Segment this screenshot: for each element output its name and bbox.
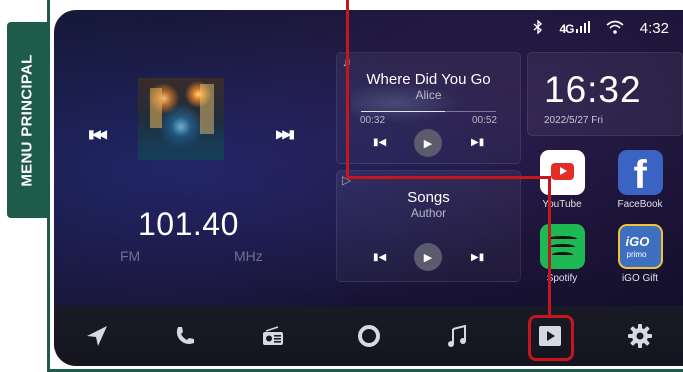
- skip-previous-icon[interactable]: ▮◀◀: [88, 127, 107, 141]
- album-art: [138, 78, 224, 160]
- app-label: Spotify: [546, 273, 578, 284]
- next-track-icon[interactable]: ▶▮: [471, 137, 484, 148]
- music-card-now-playing[interactable]: ♫ Where Did You Go Alice 00:32 00:52 ▮◀ …: [336, 52, 521, 164]
- app-spotify[interactable]: Spotify: [532, 224, 592, 284]
- spotify-icon: [539, 224, 585, 269]
- clock-widget[interactable]: 16:32 2022/5/27 Fri: [527, 52, 683, 136]
- status-time: 4:32: [639, 19, 669, 37]
- app-youtube[interactable]: YouTube: [532, 150, 592, 210]
- radio-widget[interactable]: ▮◀◀ ▶▶▮ 101.40 FM MHz: [54, 50, 330, 305]
- highlight-line: [548, 176, 551, 316]
- wifi-icon: [606, 20, 624, 37]
- navigation-arrow-icon[interactable]: [77, 320, 117, 352]
- side-tab-label: MENU PRINCIPAL: [18, 53, 36, 187]
- highlight-box: [528, 315, 574, 361]
- clock-time: 16:32: [544, 69, 642, 110]
- cellular-signal-icon: 4G: [559, 20, 590, 36]
- facebook-icon: f: [617, 150, 663, 195]
- highlight-line: [346, 0, 349, 176]
- bluetooth-icon: [533, 18, 543, 37]
- previous-track-icon[interactable]: ▮◀: [373, 137, 386, 148]
- previous-track-icon[interactable]: ▮◀: [373, 252, 386, 263]
- play-icon: ▶: [423, 137, 433, 150]
- skip-next-icon[interactable]: ▶▶▮: [276, 127, 295, 141]
- music-note-icon[interactable]: [437, 320, 477, 352]
- app-facebook[interactable]: f FaceBook: [610, 150, 670, 210]
- radio-unit: MHz: [234, 248, 263, 264]
- home-circle-icon[interactable]: [349, 320, 389, 352]
- card-author: Author: [410, 206, 447, 220]
- settings-gear-icon[interactable]: [620, 320, 660, 352]
- elapsed-time: 00:32: [360, 115, 386, 126]
- radio-icon[interactable]: [253, 320, 293, 352]
- head-unit-screen: 4G 4:32 ▮◀◀ ▶▶▮ 101.40 FM MHz ♫ Where Di…: [54, 10, 683, 366]
- app-label: FaceBook: [617, 199, 663, 210]
- app-igo[interactable]: iGO primo iGO Gift: [610, 224, 670, 284]
- app-label: YouTube: [542, 199, 582, 210]
- radio-frequency: 101.40: [138, 206, 239, 242]
- progress-bar[interactable]: [361, 111, 496, 112]
- total-time: 00:52: [471, 115, 497, 126]
- youtube-icon: [539, 150, 585, 195]
- play-icon: ▶: [423, 251, 433, 264]
- bottom-dock: [54, 306, 683, 366]
- play-button[interactable]: ▶: [414, 243, 442, 271]
- app-label: iGO Gift: [621, 273, 659, 284]
- progress-fill: [361, 111, 445, 112]
- music-card-songs[interactable]: ▷ Songs Author ▮◀ ▶ ▶▮: [336, 170, 521, 282]
- phone-icon[interactable]: [165, 320, 205, 352]
- play-button[interactable]: ▶: [414, 129, 442, 157]
- next-track-icon[interactable]: ▶▮: [471, 252, 484, 263]
- radio-band: FM: [120, 248, 141, 264]
- menu-principal-tab: MENU PRINCIPAL: [7, 22, 47, 218]
- song-artist: Alice: [415, 88, 442, 102]
- signal-label: 4G: [559, 21, 574, 36]
- frame-border: [47, 0, 50, 372]
- highlight-line: [346, 176, 551, 179]
- song-title: Where Did You Go: [366, 71, 491, 88]
- clock-date: 2022/5/27 Fri: [544, 115, 603, 126]
- status-bar: 4G 4:32: [533, 17, 669, 39]
- igo-icon: iGO primo: [617, 224, 663, 269]
- card-title: Songs: [407, 189, 450, 206]
